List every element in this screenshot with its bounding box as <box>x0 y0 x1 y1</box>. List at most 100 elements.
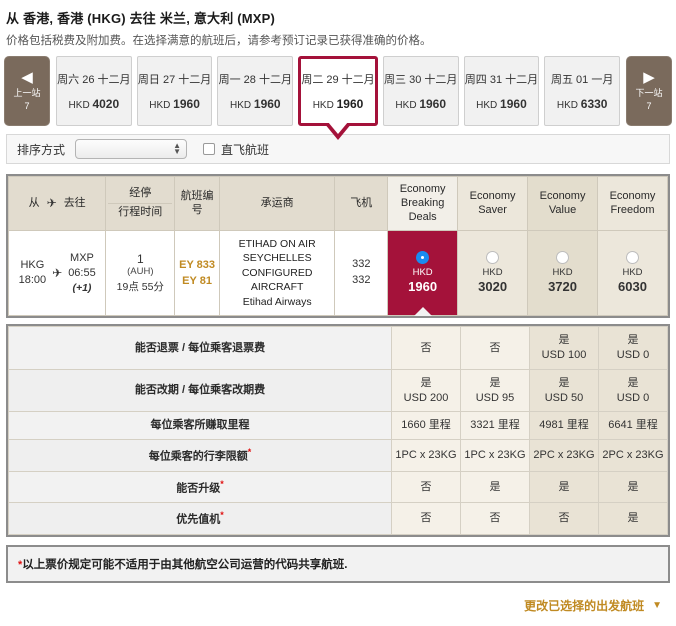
fare-cell-economy-value[interactable]: HKD 3720 <box>527 230 599 317</box>
flight-number-1[interactable]: EY 833 <box>178 257 216 274</box>
date-cell-5[interactable]: 周四 31 十二月 HKD 1960 <box>463 56 540 126</box>
triangle-right-icon: ▶ <box>643 69 655 87</box>
fare-rule-value-saver: 3321 里程 <box>460 411 530 441</box>
selected-date-pointer-inner <box>328 122 349 134</box>
date-cells: 周六 26 十二月 HKD 4020 周日 27 十二月 HKD 1960 周一… <box>50 56 626 140</box>
change-departure-flight-label: 更改已选择的出发航班 <box>524 599 645 613</box>
airplane-icon: ✈ <box>46 196 57 211</box>
value-main: 1PC x 23KG <box>395 449 457 462</box>
fare-radio[interactable] <box>486 251 500 265</box>
date-amount: 1960 <box>336 97 364 111</box>
chevron-down-icon: ▼ <box>652 600 662 611</box>
fare-rule-row: 能否改期 / 每位乘客改期费 是 USD 200 是 USD 95 是 USD … <box>8 368 668 413</box>
value-main: 是 <box>420 376 432 389</box>
fare-rule-value-value: 4981 里程 <box>529 411 599 441</box>
value-main: 是 <box>558 480 570 493</box>
value-main: 是 <box>558 376 570 389</box>
fare-rule-value-value: 是 <box>529 470 599 504</box>
fare-rule-value-freedom: 是 USD 0 <box>598 326 668 370</box>
fare-rule-label-text: 能否升级 <box>176 482 221 495</box>
fare-amount: 6030 <box>618 279 647 295</box>
value-main: 是 <box>627 480 639 493</box>
date-amount: 4020 <box>92 97 120 111</box>
chevron-updown-icon: ▲ ▼ <box>173 140 182 156</box>
fare-radio-selected[interactable] <box>416 251 430 265</box>
header-flight-number: 航班编号 <box>174 175 220 232</box>
asterisk-icon: * <box>247 447 252 458</box>
date-cell-3-selected[interactable]: 周二 29 十二月 HKD 1960 <box>298 56 378 140</box>
date-label: 周日 27 十二月 <box>137 74 212 86</box>
next-dates-button[interactable]: ▶ 下一站 7 <box>626 56 672 126</box>
date-price: HKD 6330 <box>557 97 608 111</box>
date-amount: 1960 <box>253 97 281 111</box>
fare-radio[interactable] <box>556 251 570 265</box>
asterisk-icon: * <box>220 510 224 521</box>
fare-rule-row: 每位乘客的行李限额* 1PC x 23KG 1PC x 23KG 2PC x 2… <box>8 439 668 472</box>
date-cell-6[interactable]: 周五 01 一月 HKD 6330 <box>544 56 621 126</box>
fare-rule-value-saver: 1PC x 23KG <box>460 439 530 472</box>
fare-cell-economy-breaking-deals[interactable]: HKD 1960 <box>387 230 459 317</box>
airplane-icon: ✈ <box>52 266 63 281</box>
asterisk-icon: * <box>220 478 224 489</box>
fare-rule-value-value: 是 USD 100 <box>529 326 599 370</box>
direct-flights-filter[interactable]: 直飞航班 <box>203 141 269 158</box>
value-main: 否 <box>558 512 570 525</box>
date-currency: HKD <box>68 100 90 111</box>
origin-time: 18:00 <box>18 274 47 287</box>
date-cell-2[interactable]: 周一 28 十二月 HKD 1960 <box>217 56 294 126</box>
value-sub: USD 200 <box>403 391 449 404</box>
fare-rule-label-text: 优先值机 <box>176 513 221 526</box>
flight-results-page: 从 香港, 香港 (HKG) 去往 米兰, 意大利 (MXP) 价格包括税费及附… <box>0 0 676 626</box>
fare-currency: HKD <box>412 267 433 279</box>
value-main: 是 <box>627 334 639 347</box>
date-navigation-strip: ◀ 上一站 7 周六 26 十二月 HKD 4020 周日 27 十二月 HKD… <box>0 56 676 140</box>
date-label: 周一 28 十二月 <box>218 74 292 86</box>
date-currency: HKD <box>229 100 252 111</box>
value-main: 否 <box>420 341 432 354</box>
fare-radio[interactable] <box>626 251 639 265</box>
footnote: *以上票价规定可能不适用于由其他航空公司运营的代码共享航班. <box>6 544 670 583</box>
value-main: 2PC x 23KG <box>602 449 664 462</box>
value-main: 是 <box>558 334 570 347</box>
fare-rules-container: 能否退票 / 每位乘客退票费 否 否 是 USD 100 是 USD 0 能否改… <box>6 324 670 537</box>
origin-info: HKG 18:00 <box>19 258 47 288</box>
date-amount: 1960 <box>173 97 200 111</box>
header-from-label: 从 <box>28 196 40 209</box>
date-currency: HKD <box>149 100 171 111</box>
sort-select[interactable]: ▲ ▼ <box>75 139 188 159</box>
flight-number-2[interactable]: EY 81 <box>178 273 216 290</box>
fare-cell-economy-freedom[interactable]: HKD 6030 <box>597 230 668 317</box>
fare-cell-economy-saver[interactable]: HKD 3020 <box>457 230 529 317</box>
fare-rule-value-freedom: 是 <box>598 470 668 504</box>
header-aircraft: 飞机 <box>334 175 389 232</box>
next-dates-count: 7 <box>646 100 652 111</box>
previous-dates-label: 上一站 <box>13 88 41 99</box>
fare-rule-row: 能否升级* 否 是 是 是 <box>8 470 668 504</box>
carrier-line-3: CONFIGURED <box>241 266 313 279</box>
flight-numbers-cell[interactable]: EY 833 EY 81 <box>174 230 220 317</box>
value-main: 6641 里程 <box>608 419 658 432</box>
date-cell-0[interactable]: 周六 26 十二月 HKD 4020 <box>56 56 132 126</box>
date-label: 周三 30 十二月 <box>384 74 458 86</box>
header-fare-economy-freedom: Economy Freedom <box>597 175 668 232</box>
header-duration-label: 行程时间 <box>118 206 163 219</box>
carrier-line-4: AIRCRAFT <box>250 280 304 293</box>
date-amount: 1960 <box>419 97 447 111</box>
previous-dates-count: 7 <box>24 100 30 111</box>
direct-flights-checkbox[interactable] <box>203 143 216 155</box>
value-main: 是 <box>627 512 639 525</box>
fare-rule-value-breaking-deals: 否 <box>391 502 461 535</box>
flight-route-cell: HKG 18:00 ✈ MXP 06:55 (+1) <box>7 230 107 317</box>
change-departure-flight-link[interactable]: 更改已选择的出发航班 ▼ <box>524 597 662 614</box>
date-cell-4[interactable]: 周三 30 十二月 HKD 1960 <box>382 56 459 126</box>
direct-flights-label: 直飞航班 <box>221 142 270 157</box>
fare-rule-row: 优先值机* 否 否 否 是 <box>8 502 668 535</box>
header-carrier: 承运商 <box>218 175 336 232</box>
previous-dates-button[interactable]: ◀ 上一站 7 <box>4 56 50 126</box>
fare-rule-label: 每位乘客的行李限额* <box>8 439 392 472</box>
fare-rule-value-breaking-deals: 是 USD 200 <box>391 368 461 413</box>
date-cell-1[interactable]: 周日 27 十二月 HKD 1960 <box>136 56 213 126</box>
date-label: 周二 29 十二月 <box>301 74 375 86</box>
header-stops-duration: 经停 行程时间 <box>105 175 176 232</box>
date-price: HKD 4020 <box>69 97 120 111</box>
